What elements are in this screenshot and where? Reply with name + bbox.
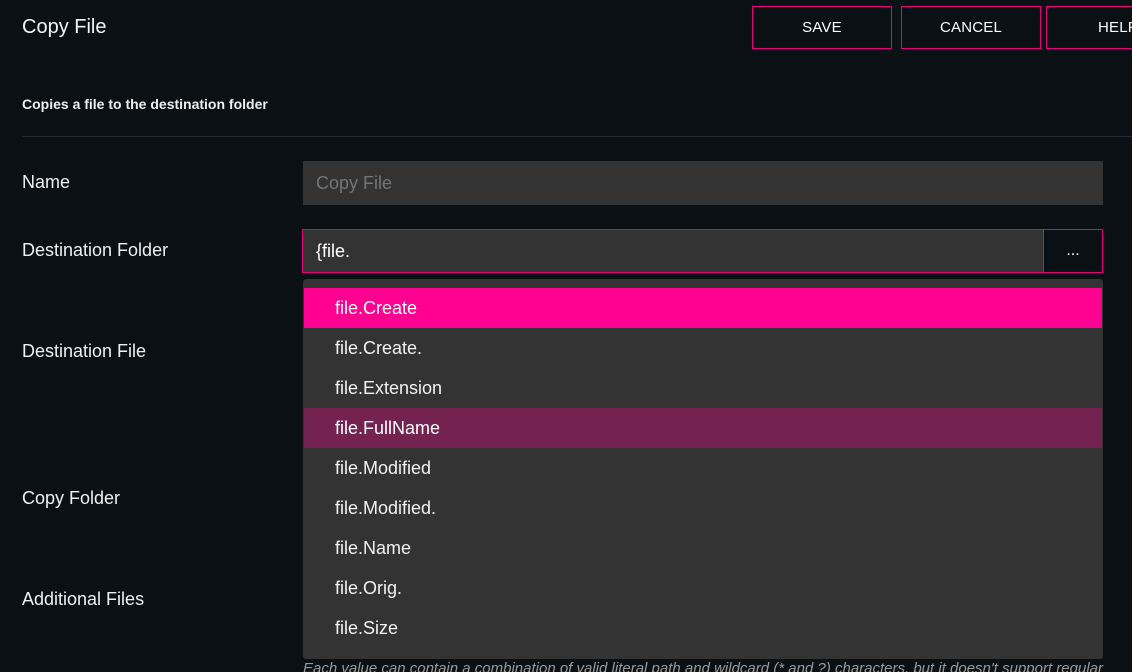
destination-folder-field[interactable] bbox=[302, 229, 1044, 273]
save-button[interactable]: SAVE bbox=[752, 6, 892, 49]
destination-file-label: Destination File bbox=[22, 341, 147, 361]
destination-folder-input[interactable] bbox=[303, 230, 1043, 272]
autocomplete-item[interactable]: file.Create. bbox=[304, 328, 1102, 368]
browse-button[interactable]: ... bbox=[1043, 229, 1103, 273]
help-button[interactable]: HELP bbox=[1046, 6, 1132, 49]
autocomplete-item[interactable]: file.Extension bbox=[304, 368, 1102, 408]
autocomplete-item[interactable]: file.Name bbox=[304, 528, 1102, 568]
autocomplete-item[interactable]: file.Orig. bbox=[304, 568, 1102, 608]
cancel-button[interactable]: CANCEL bbox=[901, 6, 1041, 49]
hint-text: Each value can contain a combination of … bbox=[303, 660, 1103, 672]
name-input[interactable] bbox=[303, 161, 1103, 205]
autocomplete-item[interactable]: file.Create bbox=[304, 288, 1102, 328]
additional-files-label: Additional Files bbox=[22, 589, 145, 609]
destination-folder-label: Destination Folder bbox=[22, 240, 169, 260]
autocomplete-item[interactable]: file.Modified. bbox=[304, 488, 1102, 528]
copy-folder-label: Copy Folder bbox=[22, 488, 121, 508]
name-label: Name bbox=[22, 172, 71, 192]
page-description: Copies a file to the destination folder bbox=[22, 96, 268, 112]
autocomplete-item[interactable]: file.FullName bbox=[304, 408, 1102, 448]
copy-file-dialog: Copy File SAVE CANCEL HELP Copies a file… bbox=[0, 0, 1132, 672]
autocomplete-item[interactable]: file.Size bbox=[304, 608, 1102, 648]
autocomplete-item[interactable]: file.Modified bbox=[304, 448, 1102, 488]
header-divider bbox=[22, 136, 1132, 137]
autocomplete-dropdown: file.Create file.Create. file.Extension … bbox=[303, 279, 1103, 659]
page-title: Copy File bbox=[22, 16, 107, 38]
